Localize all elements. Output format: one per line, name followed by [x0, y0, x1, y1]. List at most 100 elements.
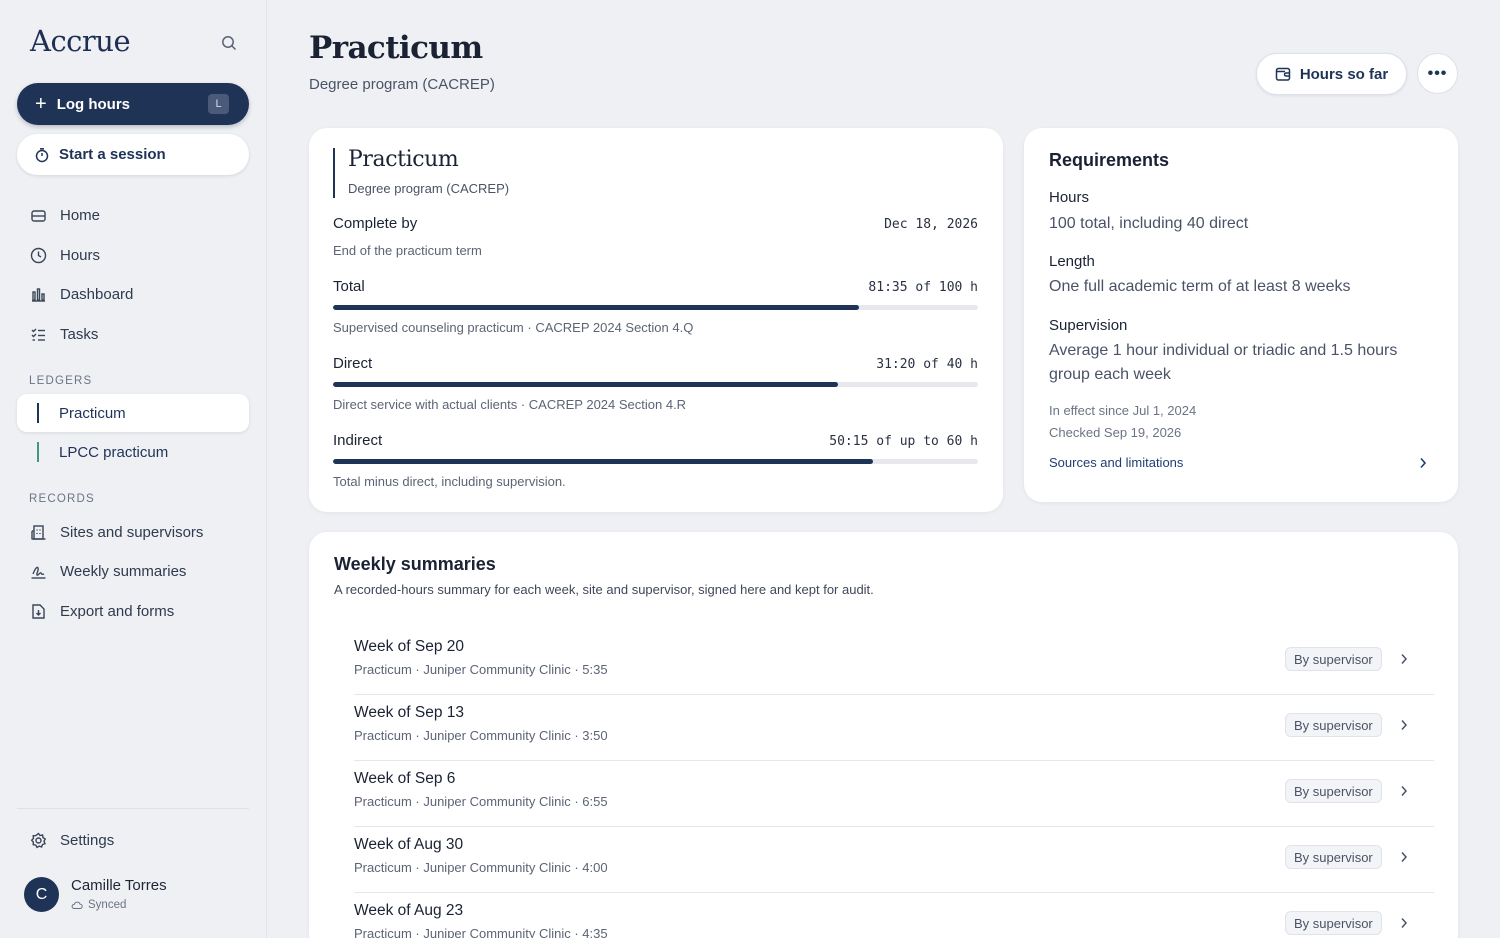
- chevron-right-icon: [1401, 654, 1408, 664]
- nav-label: Settings: [60, 831, 115, 849]
- home-icon: [31, 209, 46, 222]
- direct-progress-bar: [333, 382, 978, 387]
- complete-by-date: Dec 18, 2026: [884, 217, 978, 232]
- week-row[interactable]: Week of Sep 20 Practicum · Juniper Commu…: [354, 629, 1434, 695]
- week-meta: Practicum · Juniper Community Clinic · 6…: [354, 794, 608, 809]
- tasks-icon: [31, 328, 45, 341]
- wallet-icon: [1275, 67, 1291, 81]
- records-heading: RECORDS: [29, 493, 95, 505]
- weekly-summaries-subtitle: A recorded-hours summary for each week, …: [334, 582, 874, 597]
- weekly-summaries-card: Weekly summaries A recorded-hours summar…: [309, 532, 1458, 938]
- log-hours-label: Log hours: [56, 95, 131, 113]
- start-session-label: Start a session: [59, 146, 166, 163]
- ledger-item-lpcc-practicum[interactable]: LPCC practicum: [17, 433, 249, 471]
- chevron-right-icon[interactable]: [1419, 457, 1427, 469]
- direct-value: 31:20 of 40 h: [876, 357, 978, 372]
- avatar[interactable]: C: [24, 877, 59, 912]
- chevron-right-icon: [1401, 918, 1408, 928]
- week-meta: Practicum · Juniper Community Clinic · 3…: [354, 728, 608, 743]
- week-title: Week of Sep 6: [354, 770, 456, 787]
- clock-icon: [30, 247, 47, 263]
- page-subtitle: Degree program (CACREP): [309, 76, 495, 93]
- ledgers-heading: LEDGERS: [29, 375, 93, 387]
- sync-status: Synced: [71, 899, 126, 911]
- nav-item-export-and-forms[interactable]: Export and forms: [17, 592, 249, 630]
- supervision-value: Average 1 hour individual or triadic and…: [1049, 342, 1398, 383]
- requirements-card: Requirements Hours 100 total, including …: [1024, 128, 1458, 502]
- signed-by-badge: By supervisor: [1285, 845, 1382, 869]
- chart-icon: [32, 287, 45, 302]
- length-value: One full academic term of at least 8 wee…: [1049, 278, 1351, 295]
- week-meta: Practicum · Juniper Community Clinic · 5…: [354, 662, 608, 677]
- week-title: Week of Sep 20: [354, 638, 465, 655]
- start-session-button[interactable]: Start a session: [17, 134, 249, 175]
- nav-item-dashboard[interactable]: Dashboard: [17, 275, 249, 313]
- gear-icon: [30, 832, 47, 848]
- nav-item-weekly-summaries[interactable]: Weekly summaries: [17, 552, 249, 590]
- nav-label: Sites and supervisors: [60, 523, 204, 541]
- indirect-note: Total minus direct, including supervisio…: [333, 474, 566, 489]
- indirect-label: Indirect: [333, 432, 383, 449]
- progress-fill: [333, 382, 839, 387]
- signed-by-badge: By supervisor: [1285, 647, 1382, 671]
- stopwatch-icon: [35, 147, 49, 162]
- chevron-right-icon: [1401, 852, 1408, 862]
- nav-item-hours[interactable]: Hours: [17, 236, 249, 274]
- user-name[interactable]: Camille Torres: [71, 877, 167, 894]
- nav-label: Dashboard: [60, 285, 134, 303]
- nav-label: Export and forms: [60, 602, 175, 620]
- nav-item-tasks[interactable]: Tasks: [17, 315, 249, 353]
- week-row[interactable]: Week of Sep 13 Practicum · Juniper Commu…: [354, 695, 1434, 761]
- week-row[interactable]: Week of Aug 30 Practicum · Juniper Commu…: [354, 827, 1434, 893]
- ledger-color-bar: [37, 442, 39, 462]
- ledger-label: Practicum: [59, 404, 126, 422]
- hours-value: 100 total, including 40 direct: [1049, 215, 1249, 232]
- supervision-label: Supervision: [1049, 317, 1128, 334]
- chevron-right-icon: [1401, 786, 1408, 796]
- total-progress-bar: [333, 305, 978, 310]
- length-label: Length: [1049, 253, 1095, 270]
- sources-and-limitations-link[interactable]: Sources and limitations: [1049, 455, 1183, 470]
- sidebar: Accrue + Log hours L Start a session Hom…: [0, 0, 267, 938]
- progress-card: Practicum Degree program (CACREP) Comple…: [309, 128, 1003, 512]
- app-logo[interactable]: Accrue: [30, 24, 131, 58]
- plus-icon: +: [35, 93, 47, 115]
- signed-by-badge: By supervisor: [1285, 911, 1382, 935]
- week-title: Week of Sep 13: [354, 704, 465, 721]
- nav-item-settings[interactable]: Settings: [17, 821, 249, 859]
- week-row[interactable]: Week of Sep 6 Practicum · Juniper Commun…: [354, 761, 1434, 827]
- file-export-icon: [32, 603, 45, 619]
- week-title: Week of Aug 30: [354, 836, 464, 853]
- search-icon[interactable]: [220, 34, 238, 52]
- cloud-icon: [71, 901, 83, 909]
- card-subtitle: Degree program (CACREP): [348, 181, 510, 196]
- direct-label: Direct: [333, 355, 373, 372]
- nav-label: Hours: [60, 246, 101, 264]
- nav-item-home[interactable]: Home: [17, 196, 249, 234]
- total-note: Supervised counseling practicum · CACREP…: [333, 320, 694, 335]
- week-meta: Practicum · Juniper Community Clinic · 4…: [354, 860, 608, 875]
- effective-date: In effect since Jul 1, 2024: [1049, 403, 1197, 418]
- sync-status-label: Synced: [88, 899, 127, 911]
- weekly-summaries-title: Weekly summaries: [334, 554, 496, 574]
- log-hours-button[interactable]: + Log hours L: [17, 83, 249, 125]
- indirect-progress-bar: [333, 459, 978, 464]
- chevron-right-icon: [1401, 720, 1408, 730]
- hours-so-far-button[interactable]: Hours so far: [1256, 53, 1407, 95]
- signature-icon: [31, 566, 46, 579]
- hours-so-far-label: Hours so far: [1299, 65, 1389, 83]
- nav-label: Weekly summaries: [60, 562, 187, 580]
- building-icon: [31, 524, 46, 540]
- total-value: 81:35 of 100 h: [868, 280, 978, 295]
- week-meta: Practicum · Juniper Community Clinic · 4…: [354, 926, 608, 938]
- indirect-value: 50:15 of up to 60 h: [829, 434, 978, 449]
- progress-fill: [333, 459, 873, 464]
- week-row[interactable]: Week of Aug 23 Practicum · Juniper Commu…: [354, 893, 1434, 938]
- progress-fill: [333, 305, 860, 310]
- direct-note: Direct service with actual clients · CAC…: [333, 397, 687, 412]
- ledger-item-practicum[interactable]: Practicum: [17, 394, 249, 432]
- checked-date: Checked Sep 19, 2026: [1049, 425, 1182, 440]
- more-options-button[interactable]: •••: [1417, 53, 1458, 94]
- nav-item-sites-and-supervisors[interactable]: Sites and supervisors: [17, 513, 249, 551]
- sidebar-divider: [17, 808, 249, 809]
